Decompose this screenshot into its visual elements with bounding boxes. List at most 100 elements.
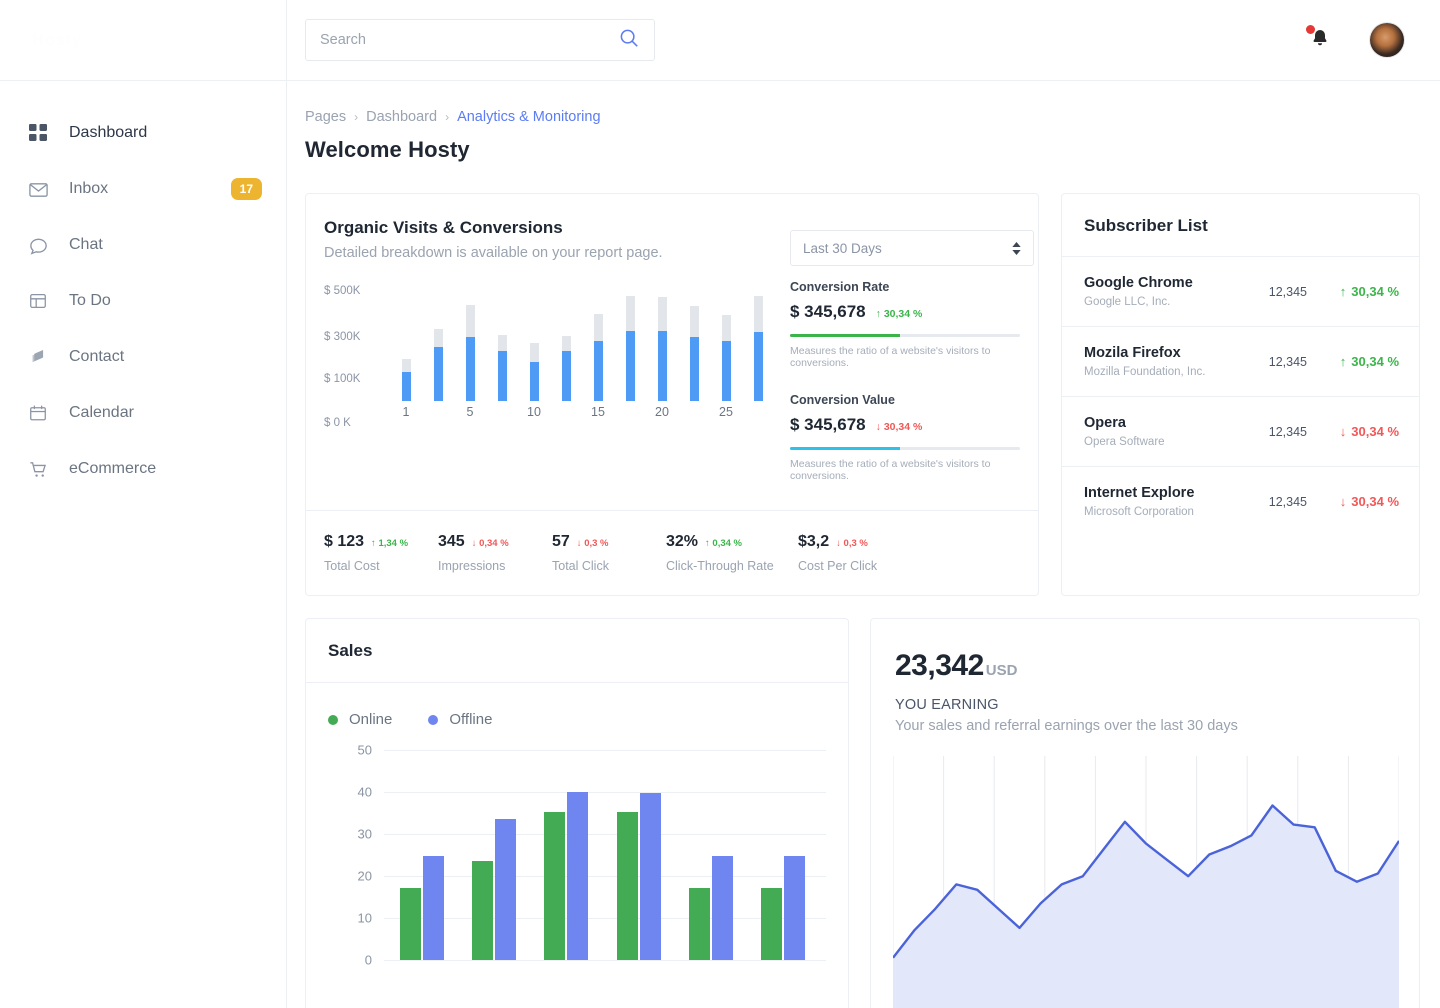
arrow-up-icon: ↑ [705,538,710,549]
stat-name: Click-Through Rate [666,559,798,573]
sales-y-tick: 30 [328,827,372,842]
sidebar-item-contact[interactable]: Contact [0,329,286,385]
chevron-updown-icon [1012,242,1021,255]
metric-note: Measures the ratio of a website's visito… [790,345,1020,369]
subscriber-delta: ↑30,34 % [1307,284,1399,299]
breadcrumb-item-dashboard[interactable]: Dashboard [366,109,437,125]
breadcrumb-item-analytics-monitoring[interactable]: Analytics & Monitoring [457,109,600,125]
date-range-select[interactable]: Last 30 Days [790,230,1034,266]
metric-label: Conversion Rate [790,280,1020,294]
sales-legend-item[interactable]: Offline [428,711,492,728]
arrow-down-icon: ↓ [472,538,477,549]
subscriber-org: Microsoft Corporation [1084,506,1194,518]
subscriber-info: Google ChromeGoogle LLC, Inc. [1084,275,1193,308]
sidebar-item-calendar[interactable]: Calendar [0,385,286,441]
envelope-icon [24,175,52,203]
stat-delta: ↓ 0,34 % [472,538,509,549]
sales-bar-offline [712,856,733,960]
organic-x-tick: 15 [591,405,605,419]
metric-delta: ↑ 30,34 % [876,308,923,320]
subscriber-count: 12,345 [1269,425,1307,439]
organic-body: Organic Visits & Conversions Detailed br… [306,194,1038,482]
search-input[interactable] [320,32,618,48]
sidebar-item-ecommerce[interactable]: eCommerce [0,441,286,497]
page-title: Welcome Hosty [305,137,1420,163]
sales-bar-offline [567,792,588,960]
brand-logo[interactable]: Hosty [0,0,286,81]
subscriber-row[interactable]: Internet Explore Microsoft Corporation 12,… [1062,467,1419,536]
arrow-up-icon: ↑ [876,308,881,320]
stat-top: 32%↑ 0,34 % [666,533,798,551]
subscriber-row[interactable]: Google ChromeGoogle LLC, Inc.12,345↑30,3… [1062,257,1419,327]
earnings-card: 23,342USD YOU EARNING Your sales and ref… [870,618,1420,1008]
sales-legend: Online Offline [306,683,848,728]
arrow-up-icon: ↑ [1340,354,1347,369]
stat-value: $ 123 [324,533,364,551]
sidebar-item-dashboard[interactable]: Dashboard [0,105,286,161]
app-root: Hosty DashboardInbox17ChatTo DoContactCa… [0,0,1440,1008]
sidebar-nav: DashboardInbox17ChatTo Do Contact Calendar… [0,81,286,497]
sidebar-item-inbox[interactable]: Inbox17 [0,161,286,217]
subscriber-info: Mozila FirefoxMozilla Foundation, Inc. [1084,345,1205,378]
earnings-currency: USD [986,662,1018,679]
sales-legend-item[interactable]: Online [328,711,392,728]
sales-title: Sales [328,641,826,661]
organic-stat: $3,2↓ 0,3 %Cost Per Click [798,533,912,573]
metric-row: $ 345,678 ↑ 30,34 % [790,302,1020,322]
metric-value: $ 345,678 [790,302,866,322]
earnings-area-chart [893,756,1397,1008]
sales-bar-online [761,888,782,960]
page-content: Pages › Dashboard › Analytics & Monitoring W… [287,81,1440,1008]
subscriber-org: Opera Software [1084,436,1165,448]
breadcrumb-separator: › [354,110,358,124]
metric-progress-track [790,447,1020,450]
stat-delta: ↓ 0,3 % [836,538,868,549]
search-box[interactable] [305,19,655,61]
notifications-button[interactable] [1308,27,1334,53]
organic-subtitle: Detailed breakdown is available on your … [324,245,770,261]
layout-icon [24,287,52,315]
breadcrumb-separator: › [445,110,449,124]
earnings-area-svg [893,756,1399,1008]
sidebar-item-label: Contact [69,348,124,366]
subscriber-name: Internet Explore [1084,485,1194,501]
subscriber-org: Mozilla Foundation, Inc. [1084,366,1205,378]
subscriber-rows: Google ChromeGoogle LLC, Inc. 12,345 ↑30,3… [1062,257,1419,536]
breadcrumb: Pages › Dashboard › Analytics & Monitoring [305,109,1420,125]
earnings-description: Your sales and referral earnings over th… [895,718,1395,734]
search-icon[interactable] [618,27,640,54]
organic-bar-chart: $ 500K$ 300K$ 100K$ 0 K 1510152025 [324,283,770,423]
sidebar-item-to-do[interactable]: To Do [0,273,286,329]
organic-stat: 345↓ 0,34 %Impressions [438,533,552,573]
metric-note: Measures the ratio of a website's visito… [790,458,1020,482]
metric-progress-fill [790,334,900,337]
sidebar-item-chat[interactable]: Chat [0,217,286,273]
sales-bar-online [617,812,638,960]
earnings-header: 23,342USD YOU EARNING Your sales and ref… [871,619,1419,734]
grid-icon [24,119,52,147]
avatar[interactable] [1370,23,1404,57]
notification-dot [1306,25,1315,34]
arrow-down-icon: ↓ [1340,424,1347,439]
brand-logo-text: Hosty [32,30,82,50]
subscriber-row[interactable]: OperaOpera Software 12,345↓30,34 % [1062,397,1419,467]
organic-y-tick: $ 0 K [324,417,351,429]
organic-heading: Organic Visits & Conversions Detailed br… [324,218,770,261]
conversion-metric: Conversion Rate $ 345,678 ↑ 30,34 % Measure… [790,280,1020,369]
sales-header: Sales [306,619,848,683]
stat-value: 57 [552,533,570,551]
subscriber-count: 12,345 [1269,495,1307,509]
stat-name: Total Click [552,559,666,573]
organic-x-tick: 10 [527,405,541,419]
organic-bars [386,283,770,401]
legend-label: Offline [449,711,492,728]
sales-bar-offline [784,856,805,960]
date-range-value: Last 30 Days [803,241,882,256]
stat-delta: ↑ 0,34 % [705,538,742,549]
breadcrumb-item-pages[interactable]: Pages [305,109,346,125]
main-area: Pages › Dashboard › Analytics & Monitoring W… [287,0,1440,1008]
organic-x-tick: 25 [719,405,733,419]
subscriber-row[interactable]: Mozila FirefoxMozilla Foundation, Inc.12… [1062,327,1419,397]
subscriber-info: OperaOpera Software [1084,415,1165,448]
subscriber-delta: ↓30,34 % [1307,424,1399,439]
